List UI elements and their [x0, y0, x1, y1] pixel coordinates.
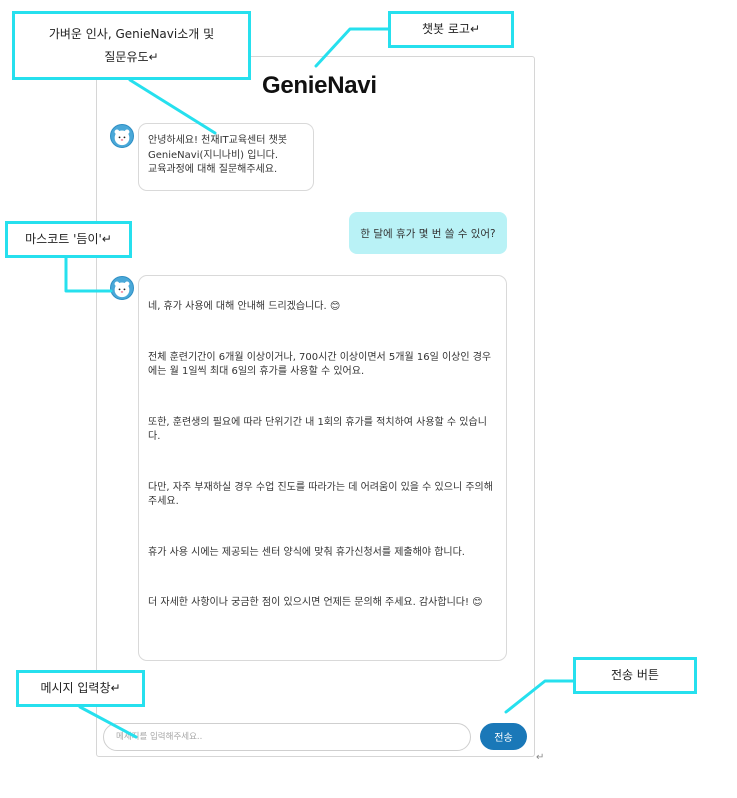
annotation-greeting: 가벼운 인사, GenieNavi소개 및 질문유도↵ [12, 11, 251, 80]
annotation-input: 메시지 입력창↵ [16, 670, 145, 707]
annotation-mascot: 마스코트 '듬이'↵ [5, 221, 132, 258]
screenshot-stage: ↵ GenieNavi 안녕하세요! 천재IT교육센터 챗봇 GenieNavi… [0, 0, 737, 798]
annotation-greeting-line: 질문유도↵ [104, 49, 159, 64]
annotation-input-text: 메시지 입력창↵ [40, 681, 121, 696]
annotation-logo: 챗봇 로고↵ [388, 11, 514, 48]
annotation-mascot-text: 마스코트 '듬이'↵ [25, 232, 112, 247]
annotation-greeting-line: 가벼운 인사, GenieNavi소개 및 [48, 26, 215, 41]
annotation-send: 전송 버튼 [573, 657, 697, 694]
annotation-send-text: 전송 버튼 [611, 668, 659, 683]
annotation-logo-text: 챗봇 로고↵ [421, 22, 481, 37]
